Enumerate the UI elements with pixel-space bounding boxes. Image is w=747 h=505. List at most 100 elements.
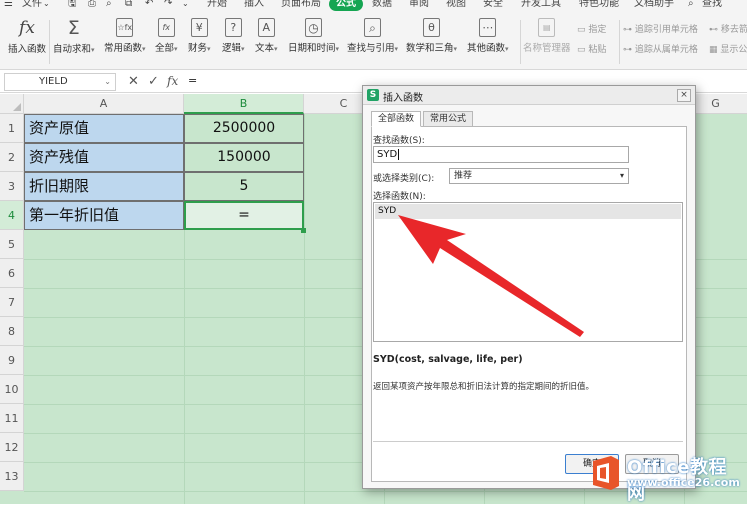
autosum-button[interactable]: Σ 自动求和▾ xyxy=(53,18,95,55)
menu-data[interactable]: 数据 xyxy=(372,0,392,11)
chevron-down-icon[interactable]: ⌄ xyxy=(104,74,111,90)
menu-view[interactable]: 视图 xyxy=(446,0,466,11)
menu-doc-assistant[interactable]: 文档助手 xyxy=(634,0,674,11)
math-functions-button[interactable]: θ 数学和三角▾ xyxy=(406,18,457,54)
insert-function-dialog: S 插入函数 × 全部函数 常用公式 查找函数(S): SYD 或选择类别(C)… xyxy=(362,85,696,489)
menu-file[interactable]: 文件 xyxy=(22,0,42,11)
watermark: Office教程网 www.office26.com xyxy=(585,447,745,504)
show-formulas-button[interactable]: ▦ 显示公 xyxy=(709,42,747,55)
name-box[interactable]: YIELD ⌄ xyxy=(4,73,116,91)
function-item-syd[interactable]: SYD xyxy=(375,204,681,219)
cancel-icon[interactable]: ✕ xyxy=(128,74,139,89)
logic-functions-button[interactable]: ? 逻辑▾ xyxy=(222,18,245,54)
row-header-9[interactable]: 9 xyxy=(0,346,24,375)
more-functions-button[interactable]: ⋯ 其他函数▾ xyxy=(467,18,509,54)
menu-page-layout[interactable]: 页面布局 xyxy=(281,0,321,11)
tag-icon: ▭ xyxy=(577,25,589,35)
fx-icon[interactable]: fx xyxy=(167,74,178,88)
row-header-12[interactable]: 12 xyxy=(0,433,24,462)
menu-review[interactable]: 审阅 xyxy=(409,0,429,11)
text-functions-button[interactable]: A 文本▾ xyxy=(255,18,278,54)
close-icon[interactable]: × xyxy=(677,89,691,102)
column-header-b[interactable]: B xyxy=(184,94,304,114)
remove-arrows-button[interactable]: ⊷ 移去箭 xyxy=(709,22,747,35)
insert-function-button[interactable]: fx 插入函数 xyxy=(8,18,46,55)
wps-logo-icon: S xyxy=(367,89,379,101)
row-header-10[interactable]: 10 xyxy=(0,375,24,404)
cell-b4-active[interactable]: = xyxy=(184,201,304,230)
function-list[interactable]: SYD xyxy=(373,202,683,342)
cell-b3[interactable]: 5 xyxy=(184,172,304,201)
cell-a4[interactable]: 第一年折旧值 xyxy=(24,201,184,230)
fill-handle[interactable] xyxy=(301,228,306,233)
row-header-8[interactable]: 8 xyxy=(0,317,24,346)
redo-icon[interactable]: ↷ xyxy=(164,0,172,11)
name-manager-button[interactable]: ▤ 名称管理器 xyxy=(523,18,571,54)
define-name-button[interactable]: ▭ 指定 xyxy=(577,22,606,35)
cell-a1[interactable]: 资产原值 xyxy=(24,114,184,143)
menu-search[interactable]: 查找 xyxy=(702,0,722,11)
column-header-a[interactable]: A xyxy=(24,94,184,114)
dialog-title-bar[interactable]: S 插入函数 × xyxy=(363,86,695,105)
row-header-4[interactable]: 4 xyxy=(0,201,24,230)
chevron-down-icon[interactable]: ⌄ xyxy=(43,0,50,11)
row-header-3[interactable]: 3 xyxy=(0,172,24,201)
undo-icon[interactable]: ↶ xyxy=(145,0,153,11)
row-header-7[interactable]: 7 xyxy=(0,288,24,317)
row-header-5[interactable]: 5 xyxy=(0,230,24,259)
math-icon: θ xyxy=(423,18,441,37)
save-icon[interactable]: 🖫 xyxy=(68,0,77,11)
formula-input[interactable]: = xyxy=(188,74,197,87)
tab-common-formulas[interactable]: 常用公式 xyxy=(423,111,473,127)
trace-dependents-button[interactable]: ⊶ 追踪从属单元格 xyxy=(623,42,698,55)
search-label: 查找函数(S): xyxy=(373,136,425,146)
clock-icon: ◷ xyxy=(305,18,323,37)
confirm-icon[interactable]: ✓ xyxy=(148,74,159,89)
row-header-2[interactable]: 2 xyxy=(0,143,24,172)
copy-icon[interactable]: ⧉ xyxy=(125,0,132,11)
preview-icon[interactable]: ⌕ xyxy=(106,0,112,11)
trace-icon: ⊶ xyxy=(623,25,635,35)
row-header-11[interactable]: 11 xyxy=(0,404,24,433)
cell-a3[interactable]: 折旧期限 xyxy=(24,172,184,201)
menu-features[interactable]: 特色功能 xyxy=(579,0,619,11)
dropdown-arrow-icon[interactable]: ▾ xyxy=(620,169,624,183)
trace-precedents-button[interactable]: ⊶ 追踪引用单元格 xyxy=(623,22,698,35)
datetime-functions-button[interactable]: ◷ 日期和时间▾ xyxy=(288,18,339,54)
all-function-icon: fx xyxy=(157,18,175,37)
select-all-corner[interactable] xyxy=(0,94,24,114)
menu-developer[interactable]: 开发工具 xyxy=(521,0,561,11)
all-functions-button[interactable]: fx 全部▾ xyxy=(155,18,178,54)
fx-icon: fx xyxy=(19,18,35,38)
finance-functions-button[interactable]: ¥ 财务▾ xyxy=(188,18,211,54)
function-search-input[interactable]: SYD xyxy=(373,146,629,163)
ribbon-separator xyxy=(619,20,620,64)
lookup-functions-button[interactable]: ⌕ 查找与引用▾ xyxy=(347,18,398,54)
text-caret xyxy=(398,148,400,160)
search-icon[interactable]: ⌕ xyxy=(688,0,694,11)
lookup-icon: ⌕ xyxy=(364,18,382,37)
paste-name-button[interactable]: ▭ 粘贴 xyxy=(577,42,606,55)
menu-formulas[interactable]: 公式 xyxy=(329,0,363,11)
quick-access-chevron-icon[interactable]: ⌄ xyxy=(182,0,189,11)
category-select[interactable]: 推荐 ▾ xyxy=(449,168,629,184)
cell-b1[interactable]: 2500000 xyxy=(184,114,304,143)
select-function-label: 选择函数(N): xyxy=(373,192,426,202)
common-functions-button[interactable]: ☆fx 常用函数▾ xyxy=(104,18,146,54)
dialog-title: 插入函数 xyxy=(383,93,423,104)
menu-home[interactable]: 开始 xyxy=(207,0,227,11)
menu-security[interactable]: 安全 xyxy=(483,0,503,11)
row-header-13[interactable]: 13 xyxy=(0,462,24,491)
hamburger-menu-icon[interactable]: ☰ xyxy=(4,0,13,11)
print-icon[interactable]: ⎙ xyxy=(88,0,96,11)
star-function-icon: ☆fx xyxy=(116,18,134,37)
cell-a2[interactable]: 资产残值 xyxy=(24,143,184,172)
row-header-1[interactable]: 1 xyxy=(0,114,24,143)
row-header-6[interactable]: 6 xyxy=(0,259,24,288)
ribbon-separator xyxy=(520,20,521,64)
cell-b2[interactable]: 150000 xyxy=(184,143,304,172)
name-manager-icon: ▤ xyxy=(538,18,556,37)
dialog-divider xyxy=(373,441,683,442)
tab-all-functions[interactable]: 全部函数 xyxy=(371,111,421,127)
menu-insert[interactable]: 插入 xyxy=(244,0,264,11)
